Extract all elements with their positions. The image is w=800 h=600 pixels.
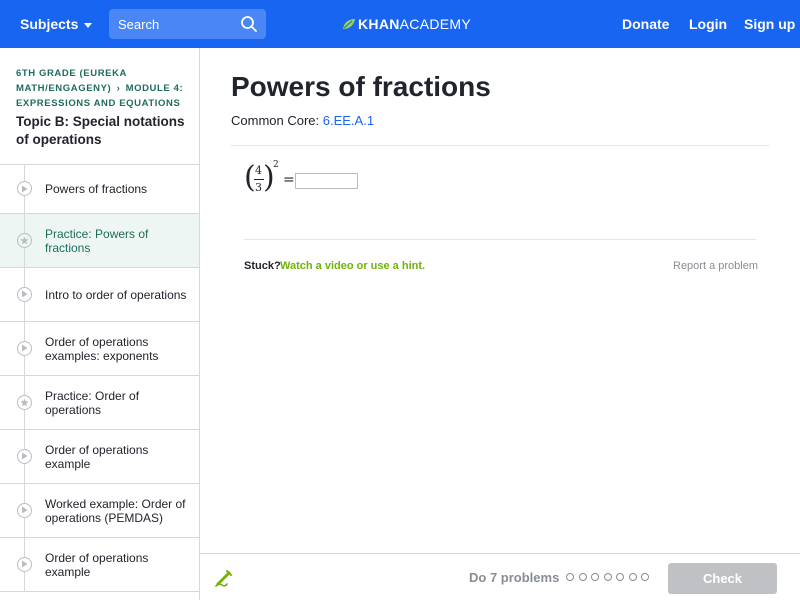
stuck-label: Stuck? <box>244 260 281 272</box>
list-item[interactable]: Intro to order of operations <box>0 268 199 322</box>
page-title: Powers of fractions <box>231 71 491 102</box>
progress-dots <box>566 573 654 581</box>
common-core-prefix: Common Core: <box>231 113 323 128</box>
topic-title: Topic B: Special notations of operations <box>16 114 185 147</box>
khan-academy-logo[interactable]: KHAN ACADEMY <box>342 16 471 32</box>
signup-link[interactable]: Sign up <box>744 16 795 32</box>
play-icon <box>17 286 32 302</box>
progress-dot <box>616 573 624 581</box>
progress-dot <box>591 573 599 581</box>
subjects-label[interactable]: Subjects <box>20 16 78 32</box>
exponent: 2 <box>273 160 279 170</box>
chevron-down-icon[interactable] <box>84 22 93 28</box>
common-core-standard: Common Core: 6.EE.A.1 <box>231 113 374 128</box>
problem-count-label: Do 7 problems <box>469 570 560 585</box>
logo-text-academy: ACADEMY <box>399 16 471 32</box>
list-item-label: Practice: Order of operations <box>45 388 140 417</box>
progress-dot <box>578 573 587 581</box>
progress-dot <box>603 573 612 581</box>
list-item[interactable]: Practice: Powers of fractions <box>0 214 199 268</box>
divider <box>231 145 769 146</box>
donate-link[interactable]: Donate <box>622 16 669 32</box>
divider <box>244 239 756 240</box>
progress-dot <box>641 573 649 581</box>
list-item[interactable]: Worked example: Order of operations (PEM… <box>0 484 199 538</box>
star-icon <box>17 232 32 248</box>
play-icon <box>17 181 32 196</box>
top-navigation-bar: Subjects KHANACADEMY Donate Login Sign u… <box>0 0 800 48</box>
fraction-denominator: 3 <box>255 181 262 194</box>
list-item-label: Powers of fractions <box>45 182 148 196</box>
list-item-label: Practice: Powers of fractions <box>45 226 149 255</box>
breadcrumb: 6th grade (Eureka Math/EngageNY) › Modul… <box>16 66 191 111</box>
play-icon <box>17 502 32 518</box>
answer-input[interactable] <box>295 173 358 189</box>
list-item[interactable]: Order of operations example <box>0 430 199 484</box>
login-link[interactable]: Login <box>689 16 727 32</box>
logo-text-khan: KHAN <box>358 16 400 32</box>
progress-dot <box>628 573 637 581</box>
report-problem-link[interactable]: Report a problem <box>673 260 758 272</box>
content-list: Powers of fractions Practice: Powers of … <box>0 164 199 592</box>
play-icon <box>17 448 32 464</box>
list-item-label: Order of operations example <box>45 442 149 471</box>
play-icon <box>17 556 32 572</box>
scratchpad-pencil-icon[interactable] <box>214 568 234 588</box>
list-item-label: Worked example: Order of operations (PEM… <box>45 496 186 525</box>
list-item[interactable]: Order of operations example <box>0 538 199 592</box>
common-core-link[interactable]: 6.EE.A.1 <box>323 113 374 128</box>
equals-sign: = <box>283 172 295 188</box>
search-input[interactable] <box>109 9 234 39</box>
play-icon <box>17 340 32 356</box>
list-item-label: Order of operations example <box>45 550 149 579</box>
list-item-label: Order of operations examples: exponents <box>45 334 159 363</box>
leaf-logo-icon <box>343 19 355 29</box>
list-item-label: Intro to order of operations <box>45 287 187 302</box>
exercise-footer: Do 7 problems Check <box>200 553 800 600</box>
list-item[interactable]: Practice: Order of operations <box>0 376 199 430</box>
fraction-numerator: 4 <box>255 164 262 177</box>
breadcrumb-course[interactable]: 6th grade (Eureka Math/EngageNY) <box>16 68 127 94</box>
search-box[interactable] <box>109 9 266 39</box>
subjects-menu[interactable]: Subjects <box>20 16 93 32</box>
topic-sidebar: 6th grade (Eureka Math/EngageNY) › Modul… <box>0 48 200 600</box>
list-item[interactable]: Powers of fractions <box>0 165 199 214</box>
search-icon[interactable] <box>240 15 258 33</box>
progress-dot <box>566 573 574 581</box>
list-item[interactable]: Order of operations examples: exponents <box>0 322 199 376</box>
check-button[interactable]: Check <box>668 563 777 594</box>
open-parenthesis: ( <box>244 160 256 195</box>
hint-link[interactable]: Watch a video or use a hint. <box>280 260 425 272</box>
chevron-right-icon: › <box>116 83 121 94</box>
star-icon <box>17 394 32 410</box>
